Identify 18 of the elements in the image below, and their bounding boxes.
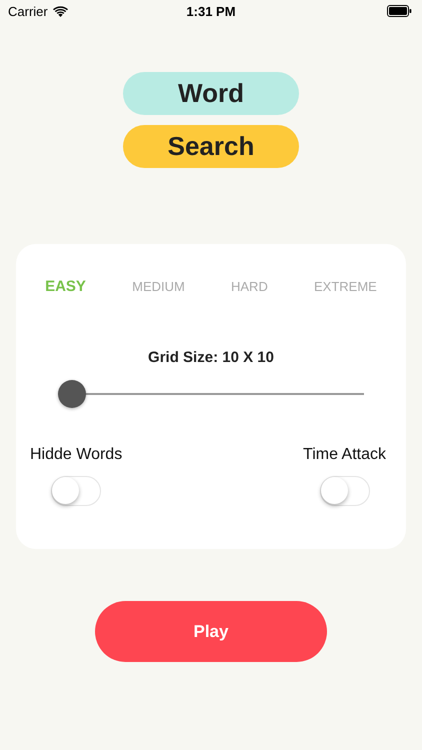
grid-size-label: Grid Size: 10 X 10 [147, 349, 275, 366]
difficulty-tab[interactable]: MEDIUM [130, 276, 187, 297]
toggle-label: Time Attack [303, 446, 386, 464]
difficulty-tab[interactable]: EXTREME [312, 276, 379, 297]
toggle-switch[interactable] [320, 476, 370, 506]
toggle-label: Hidde Words [30, 446, 122, 464]
slider-thumb[interactable] [58, 380, 86, 408]
difficulty-tab[interactable]: EASY [43, 276, 88, 297]
toggle-switch[interactable] [51, 476, 102, 506]
wifi-icon [52, 6, 68, 16]
status-time: 1:31 PM [186, 4, 236, 18]
carrier-name: Carrier [8, 4, 48, 18]
difficulty-tab[interactable]: HARD [229, 276, 270, 297]
title-banner: Word [123, 72, 299, 115]
battery-icon [387, 5, 412, 17]
play-button[interactable]: Play [95, 601, 327, 662]
title-banner: Search [123, 125, 299, 168]
grid-size-slider[interactable] [58, 380, 364, 408]
